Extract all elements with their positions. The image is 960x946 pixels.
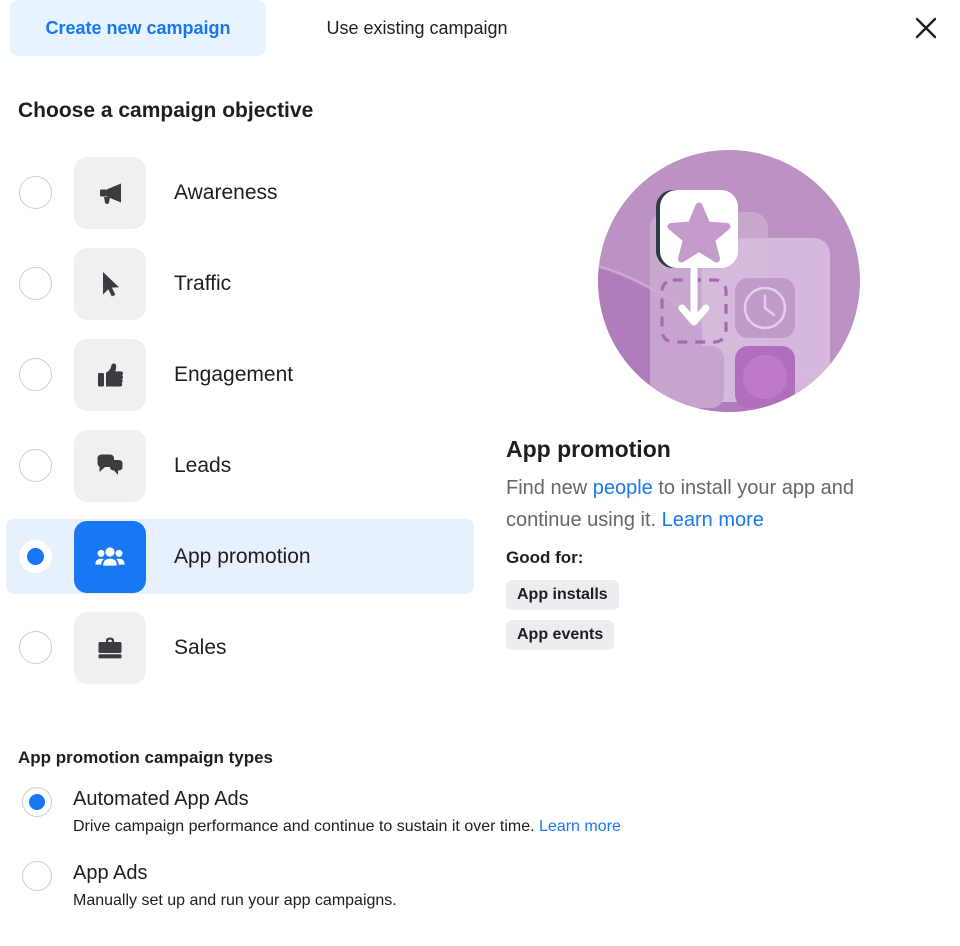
chip-app-installs: App installs (506, 580, 619, 610)
good-for-chips: App installs App events (506, 580, 619, 660)
objective-radio-leads[interactable] (19, 449, 52, 482)
campaign-type-row-app-ads[interactable]: App Ads Manually set up and run your app… (18, 860, 818, 912)
good-for-label: Good for: (506, 548, 584, 567)
campaign-type-label-automated-app-ads: Automated App Ads (73, 788, 249, 810)
objective-radio-traffic[interactable] (19, 267, 52, 300)
tab-use-existing-campaign[interactable]: Use existing campaign (286, 0, 548, 56)
campaign-type-radio-automated-app-ads[interactable] (22, 787, 52, 817)
briefcase-icon-tile (74, 611, 146, 684)
objective-list: Awareness Traffic Engagement Leads App p… (0, 155, 480, 701)
briefcase-icon (93, 631, 127, 665)
tab-create-new-campaign-label: Create new campaign (45, 17, 231, 38)
megaphone-icon (93, 176, 127, 210)
people-icon (93, 540, 127, 574)
cursor-icon (93, 267, 127, 301)
detail-description: Find new people to install your app and … (506, 472, 916, 536)
chat-bubbles-icon (93, 449, 127, 483)
objective-label-leads: Leads (174, 453, 232, 477)
people-link[interactable]: people (593, 477, 653, 499)
objective-label-engagement: Engagement (174, 362, 294, 386)
tab-create-new-campaign[interactable]: Create new campaign (10, 0, 266, 56)
thumbs-up-icon-tile (74, 338, 146, 411)
megaphone-icon-tile (74, 156, 146, 229)
campaign-types-title: App promotion campaign types (18, 748, 274, 767)
app-promotion-illustration (598, 150, 860, 412)
objective-row-awareness[interactable]: Awareness (6, 155, 474, 230)
objective-radio-awareness[interactable] (19, 176, 52, 209)
objective-label-awareness: Awareness (174, 180, 278, 204)
campaign-type-label-app-ads: App Ads (73, 862, 148, 884)
close-icon (913, 15, 939, 41)
thumbs-up-icon (93, 358, 127, 392)
objective-row-sales[interactable]: Sales (6, 610, 474, 685)
campaign-type-row-automated-app-ads[interactable]: Automated App Ads Drive campaign perform… (18, 786, 818, 838)
chat-bubbles-icon-tile (74, 429, 146, 502)
campaign-type-radio-app-ads[interactable] (22, 861, 52, 891)
campaign-types-list: Automated App Ads Drive campaign perform… (18, 786, 818, 934)
cursor-icon-tile (74, 247, 146, 320)
campaign-type-learn-more-link[interactable]: Learn more (539, 818, 621, 835)
chip-app-events: App events (506, 620, 615, 650)
objective-row-leads[interactable]: Leads (6, 428, 474, 503)
campaign-type-description-automated-app-ads: Drive campaign performance and continue … (73, 816, 818, 838)
objective-radio-engagement[interactable] (19, 358, 52, 391)
objective-radio-sales[interactable] (19, 631, 52, 664)
objective-radio-app-promotion[interactable] (19, 540, 52, 573)
objective-row-traffic[interactable]: Traffic (6, 246, 474, 321)
people-icon-tile (74, 520, 146, 593)
objective-label-sales: Sales (174, 635, 227, 659)
tab-use-existing-campaign-label: Use existing campaign (326, 17, 508, 38)
objective-section-title: Choose a campaign objective (18, 99, 314, 122)
objective-row-app-promotion[interactable]: App promotion (6, 519, 474, 594)
objective-row-engagement[interactable]: Engagement (6, 337, 474, 412)
campaign-type-description-app-ads: Manually set up and run your app campaig… (73, 890, 818, 912)
close-button[interactable] (903, 5, 949, 51)
detail-title: App promotion (506, 436, 671, 462)
dialog-header: Create new campaign Use existing campaig… (0, 0, 960, 56)
campaign-type-desc-text-automated: Drive campaign performance and continue … (73, 818, 535, 835)
objective-label-traffic: Traffic (174, 271, 232, 295)
learn-more-link[interactable]: Learn more (662, 509, 764, 531)
objective-label-app-promotion: App promotion (174, 544, 311, 568)
campaign-type-desc-text-app-ads: Manually set up and run your app campaig… (73, 892, 397, 909)
detail-desc-part-1: Find new (506, 477, 593, 499)
